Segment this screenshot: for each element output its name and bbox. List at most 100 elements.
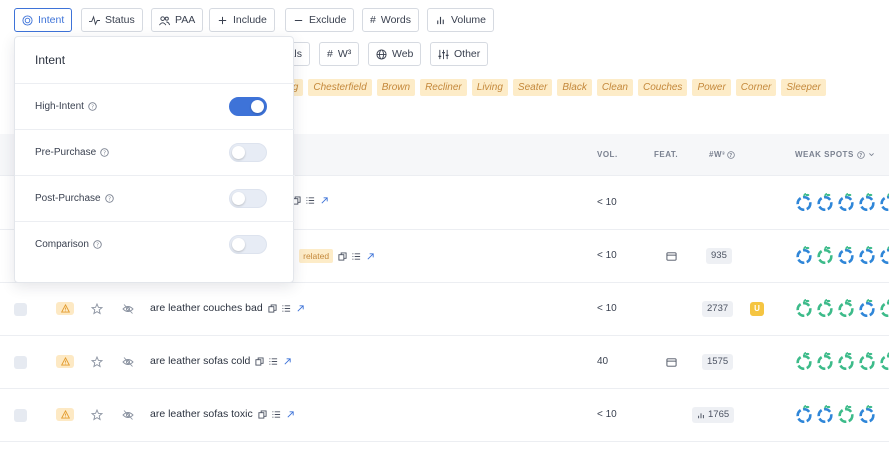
keyword-text[interactable]: are leather sofas cold bbox=[150, 355, 250, 367]
weak-spot-green-icon bbox=[838, 352, 854, 370]
weak-spots-column-header[interactable]: WEAK SPOTS ? bbox=[795, 150, 875, 159]
include-filter-button[interactable]: Include bbox=[209, 8, 275, 32]
svg-text:?: ? bbox=[108, 197, 111, 203]
intent-option-label: Post-Purchase? bbox=[35, 193, 114, 204]
keyword-tag[interactable]: Corner bbox=[735, 79, 777, 96]
svg-text:?: ? bbox=[91, 105, 94, 111]
hash-icon: # bbox=[370, 14, 376, 26]
weak-spot-green-icon bbox=[838, 405, 854, 423]
weak-spot-blue-icon bbox=[817, 405, 833, 423]
intent-option-post-purchase: Post-Purchase? bbox=[15, 175, 295, 221]
eye-off-icon[interactable] bbox=[122, 356, 134, 368]
include-filter-label: Include bbox=[233, 14, 267, 26]
copy-icon bbox=[255, 356, 264, 366]
other-filter-button[interactable]: Other bbox=[430, 42, 489, 66]
w3-column-header[interactable]: #W³ ? bbox=[709, 150, 735, 159]
high-intent-toggle[interactable] bbox=[229, 97, 267, 116]
high-intent-label: High-Intent bbox=[35, 101, 84, 112]
w3-filter-button[interactable]: # W³ bbox=[319, 42, 360, 66]
keyword-cell: are leather couches bad bbox=[150, 302, 305, 314]
keyword-text[interactable]: are leather couches bad bbox=[150, 302, 263, 314]
warning-icon bbox=[60, 357, 70, 366]
web-filter-button[interactable]: Web bbox=[368, 42, 422, 66]
intent-option-high-intent: High-Intent? bbox=[15, 83, 295, 129]
post-purchase-toggle[interactable] bbox=[229, 189, 267, 208]
weak-spots-cell bbox=[795, 405, 876, 423]
intent-option-label: Pre-Purchase? bbox=[35, 147, 109, 158]
eye-off-icon[interactable] bbox=[122, 409, 134, 421]
weak-spot-blue-icon bbox=[880, 193, 889, 211]
words-filter-button[interactable]: # Words bbox=[362, 8, 419, 32]
table-row[interactable]: are leather couches bad < 10 2737 U bbox=[0, 283, 889, 336]
comparison-toggle[interactable] bbox=[229, 235, 267, 254]
copy-icon bbox=[268, 303, 277, 313]
related-badge: related bbox=[299, 249, 334, 263]
row-checkbox[interactable] bbox=[14, 356, 27, 369]
warning-badge bbox=[56, 408, 74, 421]
w3-value-badge: 1575 bbox=[702, 354, 734, 370]
help-icon: ? bbox=[727, 150, 735, 158]
keyword-tag[interactable]: Chesterfield bbox=[308, 79, 372, 96]
external-link-icon bbox=[297, 304, 304, 312]
weak-spot-blue-icon bbox=[838, 246, 854, 264]
warning-badge bbox=[56, 302, 74, 315]
intent-filter-label: Intent bbox=[38, 14, 65, 26]
weak-spot-blue-icon bbox=[796, 193, 812, 211]
star-icon[interactable] bbox=[91, 356, 103, 368]
weak-spot-green-icon bbox=[796, 352, 812, 370]
pre-purchase-toggle[interactable] bbox=[229, 143, 267, 162]
copy-icon bbox=[338, 251, 347, 261]
list-icon bbox=[352, 252, 361, 260]
w3-value: 2737 bbox=[707, 303, 729, 314]
keyword-tag[interactable]: Sleeper bbox=[781, 79, 826, 96]
weak-spot-blue-icon bbox=[796, 405, 812, 423]
pulse-icon bbox=[89, 14, 100, 25]
table-row[interactable]: are leather sofas cold 40 1575 bbox=[0, 336, 889, 389]
keyword-tag[interactable]: Living bbox=[471, 79, 508, 96]
status-filter-button[interactable]: Status bbox=[81, 8, 143, 32]
eye-off-icon[interactable] bbox=[122, 303, 134, 315]
weak-spot-green-icon bbox=[859, 352, 875, 370]
weak-spots-cell bbox=[795, 193, 889, 211]
vol-column-header[interactable]: VOL. bbox=[597, 150, 618, 159]
weak-spots-cell bbox=[795, 246, 889, 264]
row-checkbox[interactable] bbox=[14, 303, 27, 316]
keyword-tag[interactable]: Clean bbox=[596, 79, 633, 96]
list-icon bbox=[306, 197, 315, 204]
feat-column-header[interactable]: FEAT. bbox=[654, 150, 678, 159]
keyword-tag[interactable]: Couches bbox=[637, 79, 688, 96]
bars-icon bbox=[437, 16, 444, 24]
w3-value-badge: 2737 bbox=[702, 301, 734, 317]
row-checkbox[interactable] bbox=[14, 409, 27, 422]
hash-icon: # bbox=[327, 48, 333, 60]
keyword-text[interactable]: are leather sofas toxic bbox=[150, 408, 253, 420]
svg-text:?: ? bbox=[859, 152, 862, 158]
keyword-tag[interactable]: Seater bbox=[512, 79, 553, 96]
plus-icon bbox=[218, 16, 227, 24]
star-icon[interactable] bbox=[91, 303, 103, 315]
weak-spot-green-icon bbox=[796, 299, 812, 317]
weak-spot-green-icon bbox=[817, 299, 833, 317]
volume-filter-button[interactable]: Volume bbox=[427, 8, 495, 32]
keyword-tag[interactable]: Brown bbox=[376, 79, 416, 96]
w3-column-label: #W³ bbox=[709, 150, 726, 159]
warning-icon bbox=[60, 410, 70, 419]
table-row[interactable]: are leather sofas toxic < 10 1765 bbox=[0, 389, 889, 442]
help-icon: ? bbox=[88, 102, 97, 111]
minus-icon bbox=[294, 19, 303, 21]
globe-icon bbox=[376, 48, 387, 60]
weak-spots-cell bbox=[795, 299, 889, 317]
keyword-tag[interactable]: Power bbox=[692, 79, 731, 96]
keyword-tag[interactable]: Black bbox=[557, 79, 592, 96]
intent-filter-button[interactable]: Intent bbox=[14, 8, 73, 32]
keyword-tag[interactable]: Recliner bbox=[420, 79, 467, 96]
help-icon: ? bbox=[857, 150, 865, 158]
volume-value: < 10 bbox=[597, 197, 617, 208]
toggle-knob bbox=[232, 192, 245, 205]
star-icon[interactable] bbox=[91, 409, 103, 421]
paa-filter-button[interactable]: PAA bbox=[151, 8, 204, 32]
weak-spot-blue-icon bbox=[838, 193, 854, 211]
intent-option-pre-purchase: Pre-Purchase? bbox=[15, 129, 295, 175]
exclude-filter-button[interactable]: Exclude bbox=[285, 8, 355, 32]
svg-text:?: ? bbox=[96, 243, 99, 249]
